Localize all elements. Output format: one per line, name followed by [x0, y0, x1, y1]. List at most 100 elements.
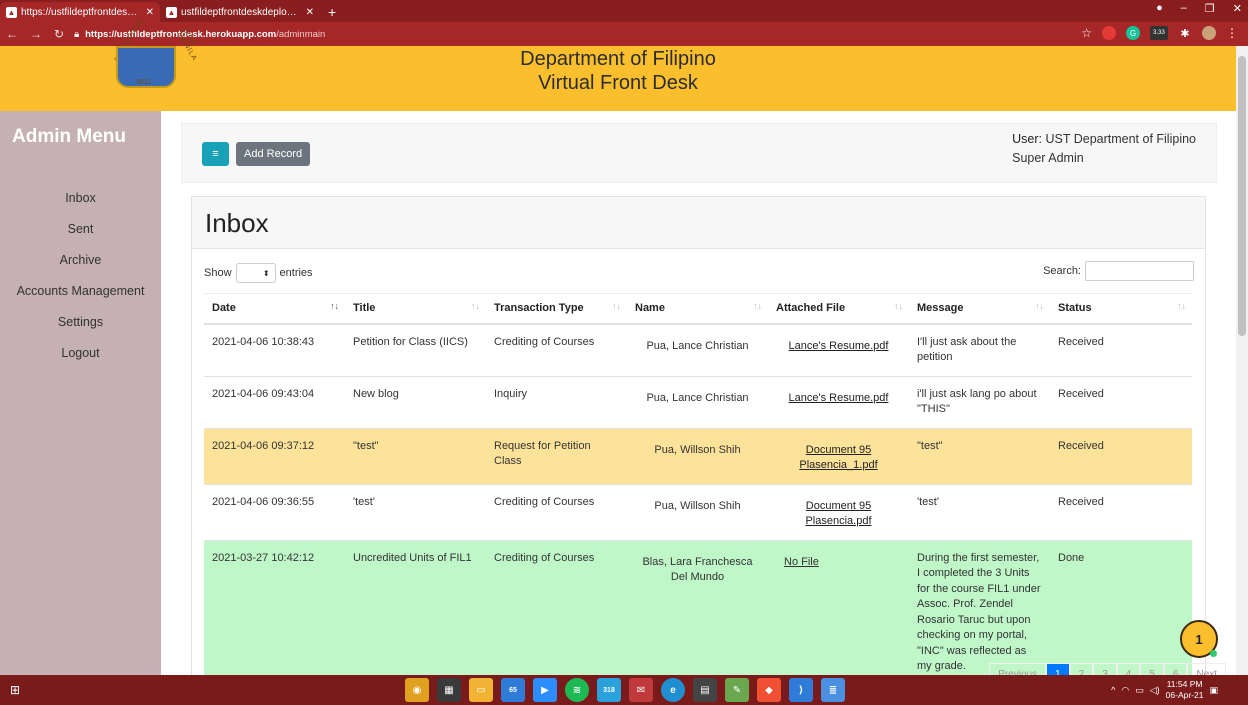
volume-icon[interactable]: ◁): [1150, 685, 1160, 696]
pager-page-5[interactable]: 5: [1140, 663, 1164, 675]
sidebar-item-accounts-management[interactable]: Accounts Management: [0, 276, 161, 307]
entries-label: entries: [279, 267, 313, 279]
heroku-favicon-icon: ▲: [6, 6, 17, 18]
file-link[interactable]: No File: [784, 556, 819, 568]
tray-chevron-icon[interactable]: ^: [1111, 685, 1115, 695]
telegram-icon[interactable]: 318: [597, 678, 621, 702]
sidebar-item-settings[interactable]: Settings: [0, 307, 161, 338]
table-row[interactable]: 2021-03-27 10:42:12 Uncredited Units of …: [204, 539, 1192, 675]
table-row[interactable]: 2021-04-06 09:43:04 New blog Inquiry Pua…: [204, 375, 1192, 428]
cell-type: Crediting of Courses: [486, 323, 627, 376]
sort-icon: ↑↓: [753, 301, 762, 311]
pager-page-6[interactable]: 6: [1163, 663, 1188, 675]
sidebar-item-sent[interactable]: Sent: [0, 214, 161, 245]
notification-icon[interactable]: ▣: [1209, 685, 1218, 696]
user-info: User: UST Department of Filipino Super A…: [1012, 130, 1196, 168]
chat-count-badge: 1: [1195, 631, 1203, 647]
pager-page-3[interactable]: 3: [1093, 663, 1117, 675]
user-name: UST Department of Filipino: [1045, 132, 1196, 146]
entries-select[interactable]: ⬍: [235, 263, 276, 283]
sort-icon: ↑↓: [612, 301, 621, 311]
file-link[interactable]: Lance's Resume.pdf: [789, 391, 889, 407]
column-label: Name: [635, 302, 665, 315]
back-icon[interactable]: ←: [6, 27, 18, 41]
sidebar-title: Admin Menu: [12, 126, 126, 147]
inbox-header: Inbox: [192, 197, 1205, 249]
cell-date: 2021-03-27 10:42:12: [204, 539, 345, 675]
add-record-button[interactable]: Add Record: [236, 142, 311, 166]
minimize-icon[interactable]: –: [1181, 2, 1187, 15]
edge-icon[interactable]: e: [661, 678, 685, 702]
column-header-message[interactable]: Message ↑↓: [909, 293, 1050, 325]
column-header-date[interactable]: Date ↑↓: [204, 293, 345, 325]
file-link[interactable]: Lance's Resume.pdf: [789, 339, 889, 355]
forward-icon[interactable]: →: [30, 27, 42, 41]
sort-icon: ↑↓: [471, 301, 480, 311]
profile-icon[interactable]: ●: [1156, 2, 1163, 15]
avatar[interactable]: [1202, 26, 1216, 40]
document-icon[interactable]: ≣: [821, 678, 845, 702]
column-header-title[interactable]: Title ↑↓: [345, 293, 486, 325]
messenger-icon[interactable]: ✉: [629, 678, 653, 702]
column-label: Message: [917, 302, 964, 315]
puzzle-icon[interactable]: ✱: [1178, 26, 1192, 40]
sidebar-item-inbox[interactable]: Inbox: [0, 183, 161, 214]
new-tab-button[interactable]: +: [320, 2, 344, 22]
lcp-badge-icon[interactable]: 3.33: [1150, 26, 1168, 40]
column-header-transaction-type[interactable]: Transaction Type ↑↓: [486, 293, 627, 325]
pager-page-4[interactable]: 4: [1116, 663, 1141, 675]
file-explorer-icon[interactable]: ▭: [469, 678, 493, 702]
menu-kebab-icon[interactable]: ⋮: [1226, 26, 1238, 40]
battery-icon[interactable]: ▭: [1135, 685, 1144, 696]
reload-icon[interactable]: ↻: [54, 27, 64, 41]
pager-page-2[interactable]: 2: [1069, 663, 1094, 675]
scroll-thumb[interactable]: [1238, 56, 1246, 336]
sort-icon: ↑↓: [1177, 301, 1186, 311]
mail-icon[interactable]: 65: [501, 678, 525, 702]
sidebar-item-logout[interactable]: Logout: [0, 338, 161, 369]
extension-red-icon[interactable]: [1102, 26, 1116, 40]
star-icon[interactable]: ☆: [1081, 26, 1092, 40]
sidebar-toggle-button[interactable]: ≡: [202, 142, 229, 166]
table-row[interactable]: 2021-04-06 10:38:43 Petition for Class (…: [204, 323, 1192, 376]
cell-date: 2021-04-06 09:36:55: [204, 483, 345, 540]
file-link[interactable]: Document 95 Plasencia_1.pdf: [799, 443, 879, 474]
close-window-icon[interactable]: ✕: [1233, 2, 1242, 15]
pager-next[interactable]: Next: [1187, 663, 1226, 675]
cell-title: 'test': [345, 483, 486, 540]
chrome-icon[interactable]: ◉: [405, 678, 429, 702]
wifi-icon[interactable]: ◠: [1121, 685, 1129, 696]
cell-status: Received: [1050, 375, 1192, 428]
notepad-icon[interactable]: ✎: [725, 678, 749, 702]
main-content: ≡ Add Record User: UST Department of Fil…: [161, 111, 1236, 675]
store-icon[interactable]: ▦: [437, 678, 461, 702]
vscode-icon[interactable]: ⟩: [789, 678, 813, 702]
table-row[interactable]: 2021-04-06 09:36:55 'test' Crediting of …: [204, 483, 1192, 540]
zoom-icon[interactable]: ▶: [533, 678, 557, 702]
pager-previous[interactable]: Previous: [989, 663, 1047, 675]
search-input[interactable]: [1085, 261, 1194, 281]
column-header-attached-file[interactable]: Attached File ↑↓: [768, 293, 909, 325]
windows-start-icon[interactable]: ⊞: [0, 675, 30, 705]
lock-icon: 🔒︎: [74, 28, 80, 40]
online-status-icon: [1210, 650, 1217, 657]
page-scrollbar[interactable]: [1236, 46, 1248, 675]
cell-name: Blas, Lara Franchesca Del Mundo: [627, 539, 768, 675]
cell-file: No File: [768, 539, 909, 675]
spotify-icon[interactable]: ≋: [565, 678, 589, 702]
maximize-icon[interactable]: ❐: [1205, 2, 1215, 15]
column-label: Title: [353, 302, 376, 315]
column-header-status[interactable]: Status ↑↓: [1050, 293, 1192, 325]
search-label: Search:: [1043, 265, 1081, 277]
grammarly-icon[interactable]: G: [1126, 26, 1140, 40]
close-tab-icon[interactable]: ✕: [306, 7, 314, 18]
calculator-icon[interactable]: ▤: [693, 678, 717, 702]
column-header-name[interactable]: Name ↑↓: [627, 293, 768, 325]
clock-time: 11:54 PM: [1166, 679, 1203, 689]
table-row[interactable]: 2021-04-06 09:37:12 "test" Request for P…: [204, 427, 1192, 484]
pager-page-1[interactable]: 1: [1046, 663, 1070, 675]
sidebar-item-archive[interactable]: Archive: [0, 245, 161, 276]
file-link[interactable]: Document 95 Plasencia.pdf: [804, 499, 874, 530]
git-icon[interactable]: ◆: [757, 678, 781, 702]
clock[interactable]: 11:54 PM 06-Apr-21: [1166, 679, 1204, 701]
